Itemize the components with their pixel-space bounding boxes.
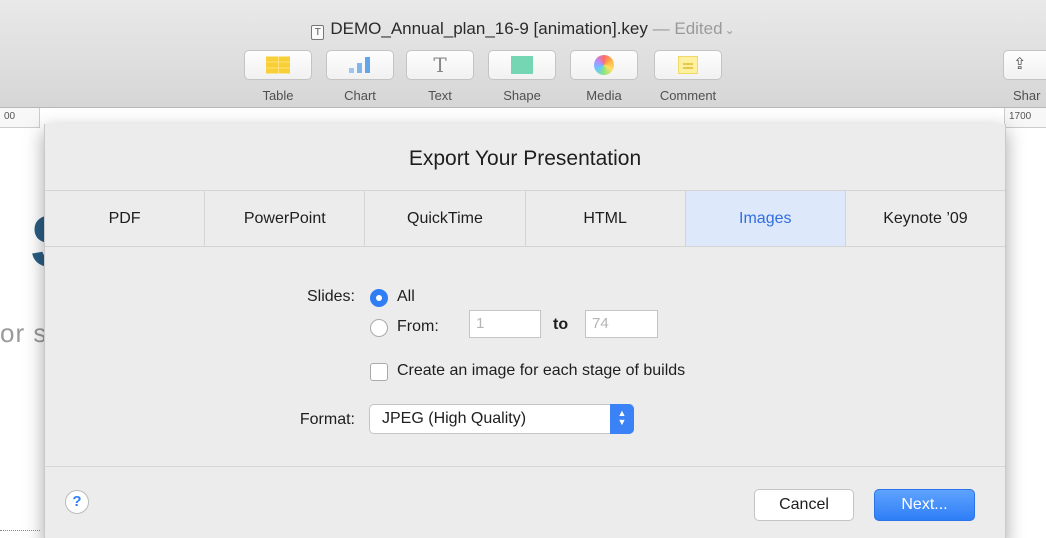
comment-button[interactable] bbox=[654, 50, 722, 80]
tab-html[interactable]: HTML bbox=[526, 191, 686, 246]
tab-keynote-09[interactable]: Keynote ’09 bbox=[846, 191, 1005, 246]
format-select-value: JPEG (High Quality) bbox=[382, 410, 527, 427]
window-title: T DEMO_Annual_plan_16-9 [animation].key —… bbox=[0, 19, 1046, 40]
tab-pdf[interactable]: PDF bbox=[45, 191, 206, 246]
edited-status[interactable]: Edited bbox=[674, 19, 722, 38]
table-label: Table bbox=[262, 88, 294, 103]
document-name: DEMO_Annual_plan_16-9 [animation].key bbox=[330, 19, 648, 38]
dialog-footer-divider bbox=[45, 466, 1005, 467]
shape-button[interactable] bbox=[488, 50, 556, 80]
share-label: Shar bbox=[1013, 88, 1041, 103]
builds-checkbox-label[interactable]: Create an image for each stage of builds bbox=[397, 362, 685, 380]
export-dialog: Export Your Presentation PDF PowerPoint … bbox=[44, 124, 1006, 538]
table-button[interactable] bbox=[244, 50, 312, 80]
tab-powerpoint[interactable]: PowerPoint bbox=[205, 191, 366, 246]
media-icon bbox=[594, 55, 614, 75]
chevron-down-icon[interactable]: ⌄ bbox=[725, 23, 735, 37]
dialog-title: Export Your Presentation bbox=[408, 147, 642, 170]
slide-text-fragment: or s bbox=[0, 318, 48, 348]
format-select[interactable]: JPEG (High Quality) ▲ ▼ bbox=[369, 404, 634, 434]
share-icon: ⇪ bbox=[1013, 56, 1027, 73]
help-button[interactable]: ? bbox=[65, 490, 89, 514]
from-slide-field[interactable]: 1 bbox=[469, 310, 541, 338]
text-label: Text bbox=[428, 88, 452, 103]
comment-label: Comment bbox=[659, 88, 717, 103]
keynote-doc-icon: T bbox=[311, 25, 325, 40]
export-format-tabs: PDF PowerPoint QuickTime HTML Images Key… bbox=[45, 190, 1005, 247]
media-button[interactable] bbox=[570, 50, 638, 80]
radio-all-slides[interactable] bbox=[370, 289, 388, 307]
window-toolbar: T DEMO_Annual_plan_16-9 [animation].key —… bbox=[0, 0, 1046, 108]
table-icon bbox=[266, 56, 290, 74]
radio-all-label[interactable]: All bbox=[397, 288, 415, 306]
builds-checkbox[interactable] bbox=[370, 363, 388, 381]
updown-chevron-icon: ▲ ▼ bbox=[610, 404, 634, 434]
comment-icon bbox=[678, 56, 698, 74]
shape-label: Shape bbox=[503, 88, 541, 103]
text-icon: T bbox=[433, 53, 447, 77]
to-label: to bbox=[553, 316, 569, 333]
to-slide-field[interactable]: 74 bbox=[585, 310, 658, 338]
title-separator: — bbox=[652, 19, 670, 38]
media-label: Media bbox=[586, 88, 622, 103]
next-button[interactable]: Next... bbox=[874, 489, 975, 521]
cancel-button[interactable]: Cancel bbox=[754, 489, 854, 521]
tab-quicktime[interactable]: QuickTime bbox=[365, 191, 526, 246]
radio-from-label[interactable]: From: bbox=[397, 318, 439, 336]
slide-divider bbox=[0, 530, 40, 531]
radio-from-slides[interactable] bbox=[370, 319, 388, 337]
share-button[interactable]: ⇪ bbox=[1003, 50, 1046, 80]
chart-button[interactable] bbox=[326, 50, 394, 80]
text-button[interactable]: T bbox=[406, 50, 474, 80]
ruler-left: 00 bbox=[0, 108, 40, 128]
ruler-right: 1700 bbox=[1004, 108, 1046, 128]
chart-label: Chart bbox=[344, 88, 376, 103]
format-label: Format: bbox=[299, 411, 355, 428]
slides-label: Slides: bbox=[306, 288, 355, 305]
shape-icon bbox=[511, 56, 533, 74]
chart-icon bbox=[349, 57, 371, 73]
tab-images[interactable]: Images bbox=[685, 191, 846, 246]
